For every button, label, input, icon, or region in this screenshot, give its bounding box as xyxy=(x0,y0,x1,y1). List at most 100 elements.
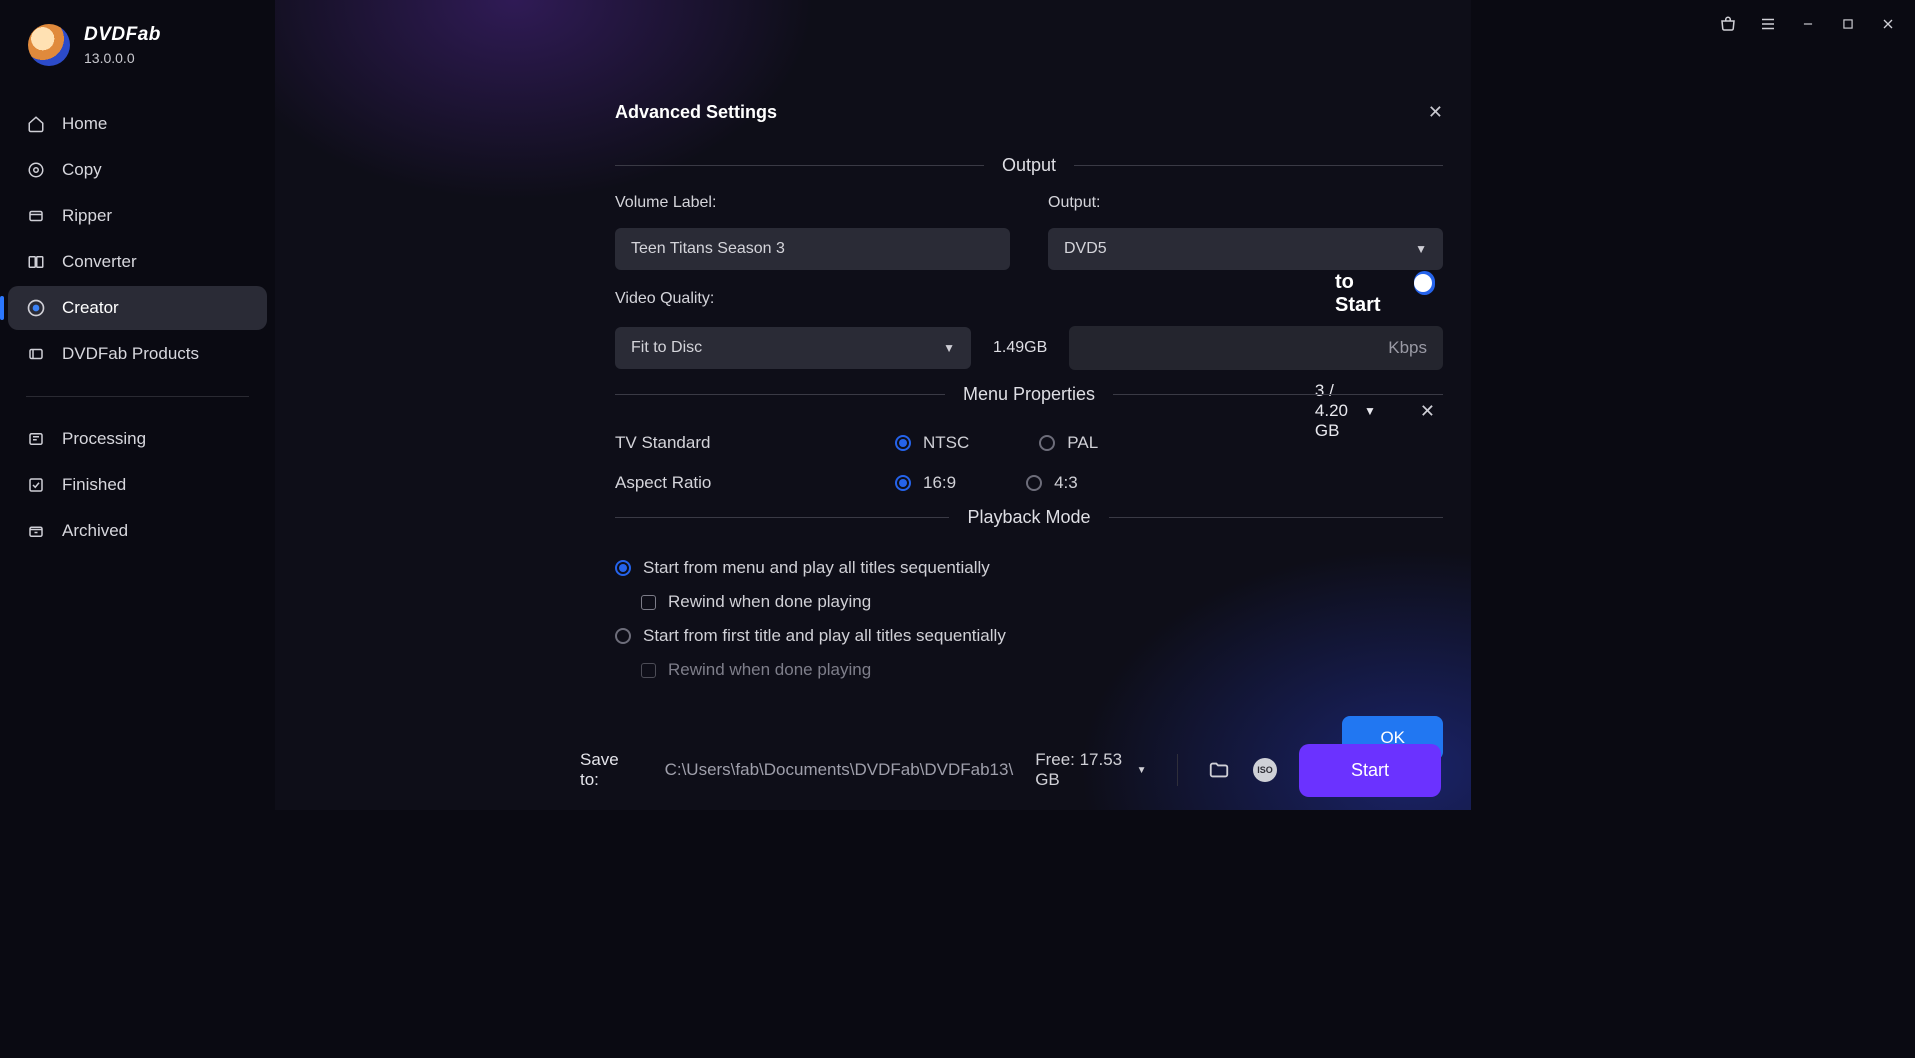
save-path[interactable]: C:\Users\fab\Documents\DVDFab\DVDFab13\ xyxy=(665,760,1014,780)
radio-dot-icon xyxy=(895,435,911,451)
play-from-first-label: Start from first title and play all titl… xyxy=(643,626,1006,646)
radio-dot-icon xyxy=(1039,435,1055,451)
section-divider xyxy=(615,394,945,395)
nav-label: Home xyxy=(62,114,107,134)
nav-item-creator[interactable]: Creator xyxy=(8,286,267,330)
nav-item-archived[interactable]: Archived xyxy=(8,509,267,553)
video-quality-value: Fit to Disc xyxy=(631,339,702,357)
nav-label: Archived xyxy=(62,521,128,541)
sidebar: DVDFab 13.0.0.0 Home Copy Rip xyxy=(0,0,275,810)
iso-badge-text: ISO xyxy=(1257,765,1273,775)
brand: DVDFab 13.0.0.0 xyxy=(0,18,275,82)
nav-item-products[interactable]: DVDFab Products xyxy=(8,332,267,376)
home-icon xyxy=(26,114,46,134)
chevron-down-icon: ▼ xyxy=(1137,765,1147,776)
radio-play-from-first[interactable]: Start from first title and play all titl… xyxy=(615,618,1443,654)
estimated-size: 1.49GB xyxy=(993,339,1047,357)
window-controls xyxy=(1719,0,1915,48)
products-icon xyxy=(26,344,46,364)
radio-pal-label: PAL xyxy=(1067,433,1098,453)
save-to-label: Save to: xyxy=(580,750,633,790)
ripper-icon xyxy=(26,206,46,226)
volume-label-input[interactable]: Teen Titans Season 3 xyxy=(615,228,1010,270)
menu-icon[interactable] xyxy=(1759,15,1777,33)
advanced-settings-panel: Advanced Settings ✕ Output Volume Label:… xyxy=(581,94,1477,734)
output-value: DVD5 xyxy=(1064,240,1107,258)
start-button[interactable]: Start xyxy=(1299,744,1441,797)
processing-icon xyxy=(26,429,46,449)
folder-icon[interactable] xyxy=(1207,756,1231,784)
radio-16-9-label: 16:9 xyxy=(923,473,956,493)
nav-divider xyxy=(26,396,249,397)
panel-title: Advanced Settings xyxy=(615,102,777,123)
radio-4-3[interactable]: 4:3 xyxy=(1026,473,1078,493)
radio-ntsc[interactable]: NTSC xyxy=(895,433,969,453)
radio-16-9[interactable]: 16:9 xyxy=(895,473,956,493)
output-label: Output: xyxy=(1048,194,1443,212)
checkbox-icon xyxy=(641,663,656,678)
free-space-dropdown[interactable]: Free: 17.53 GB ▼ xyxy=(1035,750,1146,790)
volume-label-value: Teen Titans Season 3 xyxy=(631,240,785,258)
nav-label: Finished xyxy=(62,475,126,495)
bitrate-input[interactable]: Kbps xyxy=(1069,326,1443,370)
nav-label: Processing xyxy=(62,429,146,449)
radio-pal[interactable]: PAL xyxy=(1039,433,1098,453)
section-divider xyxy=(1113,394,1443,395)
bottom-bar: Save to: C:\Users\fab\Documents\DVDFab\D… xyxy=(550,730,1471,810)
close-window-icon[interactable] xyxy=(1879,15,1897,33)
minimize-icon[interactable] xyxy=(1799,15,1817,33)
rewind-label: Rewind when done playing xyxy=(668,592,871,612)
nav-item-finished[interactable]: Finished xyxy=(8,463,267,507)
nav-label: DVDFab Products xyxy=(62,344,199,364)
nav-label: Creator xyxy=(62,298,119,318)
nav-item-copy[interactable]: Copy xyxy=(8,148,267,192)
nav-item-ripper[interactable]: Ripper xyxy=(8,194,267,238)
iso-icon[interactable]: ISO xyxy=(1253,756,1277,784)
checkbox-icon xyxy=(641,595,656,610)
section-divider xyxy=(615,165,984,166)
chevron-down-icon: ▼ xyxy=(943,341,955,355)
app-name: DVDFab xyxy=(84,24,161,46)
separator xyxy=(1177,754,1178,786)
output-select[interactable]: DVD5 ▼ xyxy=(1048,228,1443,270)
shop-icon[interactable] xyxy=(1719,15,1737,33)
nav-label: Copy xyxy=(62,160,102,180)
section-divider xyxy=(1109,517,1443,518)
section-output-label: Output xyxy=(1002,155,1056,176)
radio-dot-icon xyxy=(615,560,631,576)
radio-4-3-label: 4:3 xyxy=(1054,473,1078,493)
nav-label: Ripper xyxy=(62,206,112,226)
chevron-down-icon: ▼ xyxy=(1415,242,1427,256)
copy-icon xyxy=(26,160,46,180)
nav-list: Home Copy Ripper Converter xyxy=(0,82,275,555)
checkbox-rewind-first: Rewind when done playing xyxy=(641,654,1443,686)
radio-dot-icon xyxy=(615,628,631,644)
video-quality-select[interactable]: Fit to Disc ▼ xyxy=(615,327,971,369)
app-version: 13.0.0.0 xyxy=(84,50,161,66)
main-area: Ready to Start 3 / 4.20 GB ▼ ✕ Advanced … xyxy=(275,0,1471,810)
maximize-icon[interactable] xyxy=(1839,15,1857,33)
app-logo-icon xyxy=(28,24,70,66)
radio-play-from-menu[interactable]: Start from menu and play all titles sequ… xyxy=(615,550,1443,586)
converter-icon xyxy=(26,252,46,272)
radio-dot-icon xyxy=(895,475,911,491)
nav-label: Converter xyxy=(62,252,137,272)
volume-label-label: Volume Label: xyxy=(615,194,1010,212)
section-playback-label: Playback Mode xyxy=(967,507,1090,528)
rewind-label-disabled: Rewind when done playing xyxy=(668,660,871,680)
section-divider xyxy=(1074,165,1443,166)
nav-item-home[interactable]: Home xyxy=(8,102,267,146)
checkbox-rewind-menu[interactable]: Rewind when done playing xyxy=(641,586,1443,618)
finished-icon xyxy=(26,475,46,495)
free-space-label: Free: 17.53 GB xyxy=(1035,750,1130,790)
section-divider xyxy=(615,517,949,518)
nav-item-processing[interactable]: Processing xyxy=(8,417,267,461)
radio-ntsc-label: NTSC xyxy=(923,433,969,453)
aspect-ratio-label: Aspect Ratio xyxy=(615,473,805,493)
video-quality-label: Video Quality: xyxy=(615,290,1443,308)
radio-dot-icon xyxy=(1026,475,1042,491)
tv-standard-label: TV Standard xyxy=(615,433,805,453)
nav-item-converter[interactable]: Converter xyxy=(8,240,267,284)
close-icon[interactable]: ✕ xyxy=(1428,102,1443,123)
kbps-placeholder: Kbps xyxy=(1388,338,1427,358)
